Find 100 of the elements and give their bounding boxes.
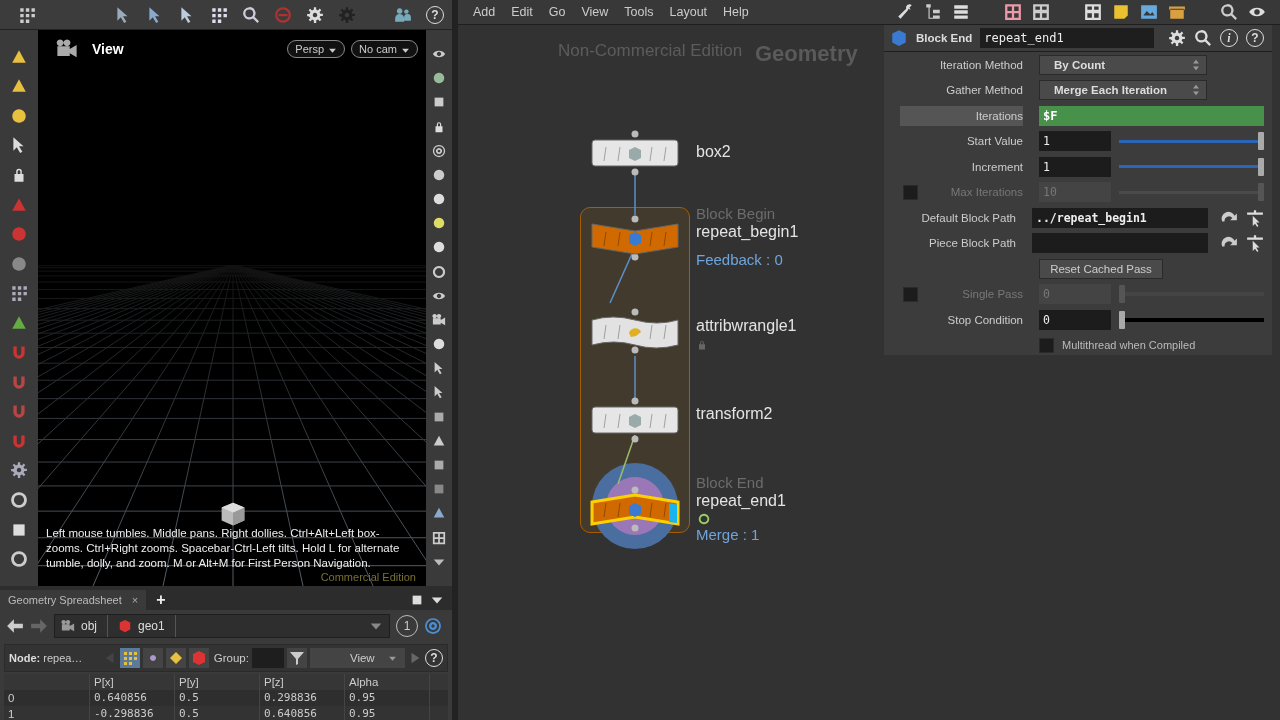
search-icon[interactable] — [1220, 3, 1238, 21]
cube-drawing — [220, 500, 246, 528]
parameter-label: Single Pass — [962, 288, 1023, 301]
menu-item[interactable]: Add — [470, 5, 499, 19]
cube-icon — [890, 29, 908, 47]
path-bar[interactable]: obj geo1 — [54, 614, 390, 638]
filter-icon[interactable] — [286, 648, 307, 668]
node-name[interactable]: repeat_end1 — [696, 491, 786, 511]
table-cell: 0.95 — [345, 706, 430, 720]
wrench-icon[interactable] — [896, 3, 914, 21]
number-field[interactable]: 1 — [1039, 156, 1111, 177]
slider-track[interactable] — [1119, 183, 1264, 202]
slider-track[interactable] — [1119, 285, 1264, 304]
menu-item[interactable]: View — [578, 5, 612, 19]
network-node[interactable] — [589, 308, 681, 354]
expression-field[interactable]: $F — [1039, 105, 1264, 126]
network-canvas[interactable] — [458, 25, 1280, 720]
menu-item[interactable]: Help — [720, 5, 752, 19]
parameter-label: Max Iterations — [950, 186, 1023, 199]
tree-icon[interactable] — [924, 3, 942, 21]
camera-icon[interactable] — [432, 312, 446, 327]
list-icon[interactable] — [952, 3, 970, 21]
columns-icon[interactable] — [1032, 3, 1050, 21]
node-picker-icon[interactable] — [1246, 234, 1264, 253]
node-picker-icon[interactable] — [1246, 208, 1264, 227]
node-name[interactable]: repeat_begin1 — [696, 222, 799, 242]
checkbox[interactable] — [1039, 337, 1054, 353]
path-segment[interactable]: obj — [81, 619, 97, 633]
parameter-label: Increment — [971, 160, 1023, 173]
slider-track[interactable] — [1119, 310, 1264, 329]
network-node[interactable] — [589, 397, 681, 443]
navigation-hint: Left mouse tumbles. Middle pans. Right dollies. Ctrl+Alt+Left box-zooms. Ctrl+Right zooms. Spacebar-Ctrl-Left tilts. Hold L for alternate tumble, dolly, and zoom. M or Alt+M for First Person Navigation. — [46, 526, 401, 571]
node-name[interactable]: box2 — [696, 142, 731, 162]
points-icon[interactable] — [119, 648, 140, 668]
node-label: Node: repea… — [9, 652, 84, 664]
box-icon[interactable] — [1168, 3, 1186, 21]
menu-item[interactable]: Go — [545, 5, 569, 19]
settings-icon[interactable] — [1168, 29, 1186, 47]
grid-icon[interactable] — [1004, 3, 1022, 21]
search-icon[interactable] — [1194, 29, 1212, 47]
node-info: Feedback : 0 — [696, 250, 783, 270]
path-field[interactable] — [1032, 233, 1208, 254]
camera-menu[interactable]: No cam — [351, 40, 418, 58]
spreadsheet-tab[interactable]: Geometry Spreadsheet × — [0, 590, 147, 610]
network-node[interactable] — [589, 215, 681, 261]
target-icon[interactable] — [424, 617, 442, 635]
table-cell: 0.5 — [175, 706, 260, 720]
primitive-icon[interactable] — [165, 648, 186, 668]
viewport[interactable] — [38, 30, 426, 586]
camera-icon — [54, 38, 80, 60]
vertex-icon[interactable] — [142, 648, 163, 668]
add-tab-button[interactable]: + — [152, 591, 170, 609]
slider-track[interactable] — [1119, 132, 1264, 151]
menu-item[interactable]: Edit — [508, 5, 536, 19]
parameter-label: Iteration Method — [939, 58, 1023, 71]
node-name[interactable]: attribwrangle1 — [696, 316, 797, 336]
dropdown-menu[interactable]: By Count — [1039, 54, 1207, 75]
watermark-text: Commercial Edition — [320, 571, 416, 584]
parameter-label: Iterations — [975, 109, 1023, 122]
node-name[interactable]: transform2 — [696, 404, 773, 424]
table-cell: -0.298836 — [90, 706, 175, 720]
checker-icon[interactable] — [432, 530, 446, 545]
menu-item[interactable]: Layout — [666, 5, 711, 19]
window-icon[interactable] — [1084, 3, 1102, 21]
updown-icon — [1190, 57, 1202, 72]
people-icon[interactable] — [394, 5, 412, 24]
node-info: Merge : 1 — [696, 525, 760, 545]
zoom-icon[interactable] — [242, 5, 260, 24]
view-menu[interactable]: View — [309, 648, 405, 668]
picture-icon[interactable] — [1140, 3, 1158, 21]
table-cell: 0.640856 — [260, 706, 345, 720]
parameter-label: Piece Block Path — [929, 237, 1016, 250]
viewport-title: View — [92, 41, 124, 57]
node-name-field[interactable]: repeat_end1 — [980, 28, 1154, 48]
pane-icon[interactable] — [410, 593, 424, 607]
network-node[interactable] — [589, 486, 681, 532]
node-type-label: Block Begin — [696, 206, 776, 222]
menu-item[interactable]: Tools — [621, 5, 657, 19]
shape-icon[interactable] — [10, 106, 28, 125]
path-segment[interactable]: geo1 — [138, 619, 165, 633]
number-field[interactable]: 1 — [1039, 131, 1111, 152]
grid-menu-icon[interactable] — [18, 5, 36, 24]
parameter-label: Gather Method — [946, 84, 1023, 97]
projection-menu[interactable]: Persp — [287, 40, 346, 58]
dropdown-menu[interactable]: Merge Each Iteration — [1039, 80, 1207, 101]
shapes-icon — [118, 619, 132, 633]
row-index: 1 — [4, 706, 90, 720]
number-field[interactable]: 0 — [1039, 309, 1111, 330]
updown-icon — [1190, 83, 1202, 98]
reset-button[interactable]: Reset Cached Pass — [1039, 258, 1163, 279]
path-field[interactable]: ../repeat_begin1 — [1032, 207, 1208, 228]
network-node[interactable] — [589, 130, 681, 176]
slider-track[interactable] — [1119, 157, 1264, 176]
node-wire — [634, 174, 636, 216]
note-icon[interactable] — [1112, 3, 1130, 21]
dots-icon[interactable] — [10, 284, 28, 303]
parameter-label: Default Block Path — [921, 211, 1016, 224]
parameter-label: Start Value — [966, 135, 1023, 148]
back-icon[interactable] — [6, 617, 24, 635]
target-icon[interactable] — [432, 143, 446, 158]
